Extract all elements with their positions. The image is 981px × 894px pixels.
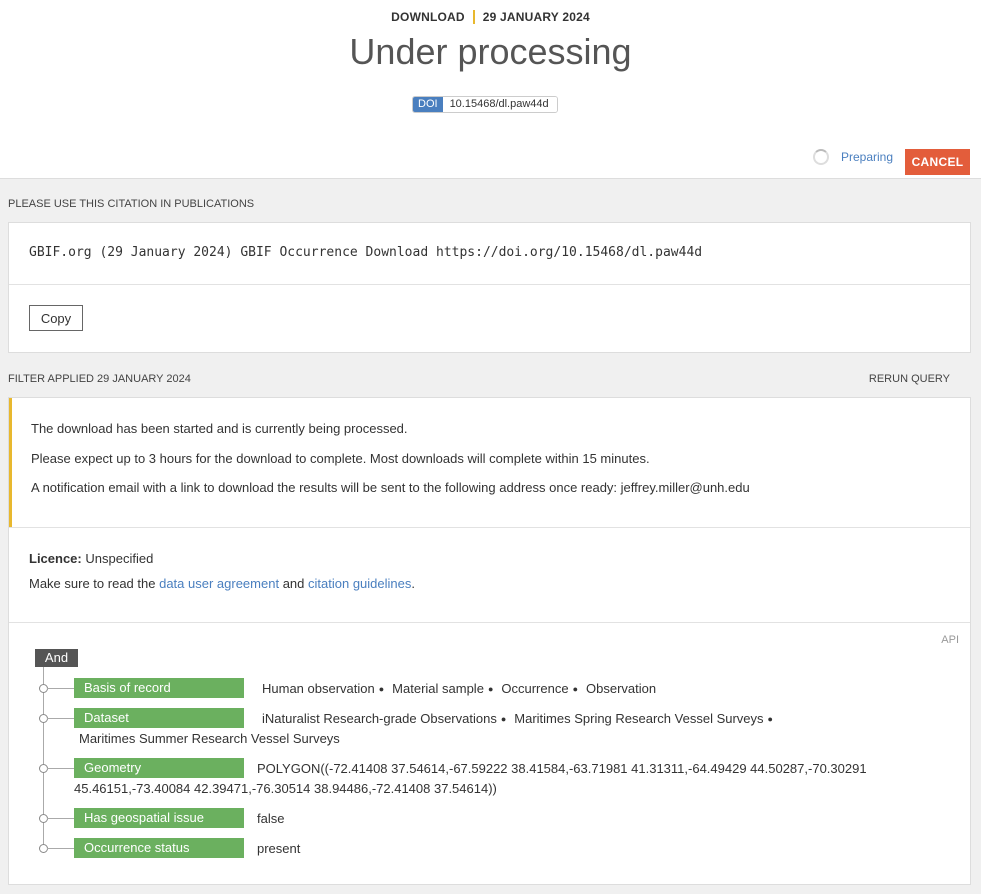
filter-value: Observation [586, 681, 657, 696]
citation-text: GBIF.org (29 January 2024) GBIF Occurren… [29, 245, 703, 260]
filter-value: Human observation [262, 681, 375, 696]
filter-key-has-geospatial-issue: Has geospatial issue [74, 808, 244, 828]
citation-section-label: PLEASE USE THIS CITATION IN PUBLICATIONS [8, 198, 255, 210]
filter-values-dataset-wrap: Maritimes Summer Research Vessel Surveys [79, 731, 340, 746]
spinner-icon [813, 149, 829, 165]
doi-value[interactable]: 10.15468/dl.paw44d [442, 97, 557, 112]
warning-accent-bar [9, 398, 12, 527]
bullet-icon: ● [767, 714, 773, 724]
bullet-icon: ● [378, 684, 385, 694]
agreement-prefix: Make sure to read the [29, 576, 156, 591]
agreement-line: Make sure to read the data user agreemen… [29, 576, 415, 591]
rerun-query-button[interactable]: RERUN QUERY [869, 373, 950, 385]
filter-key-dataset: Dataset [74, 708, 244, 728]
filter-key-occurrence-status: Occurrence status [74, 838, 244, 858]
cancel-button[interactable]: CANCEL [905, 149, 970, 175]
status-indicator: Preparing [813, 149, 893, 165]
filter-key-basis-of-record: Basis of record [74, 678, 244, 698]
api-link[interactable]: API [941, 634, 959, 646]
status-text: Preparing [841, 150, 894, 164]
message-line: Please expect up to 3 hours for the down… [31, 451, 650, 466]
header-panel: DOWNLOAD 29 JANUARY 2024 Under processing… [0, 0, 981, 179]
copy-button[interactable]: Copy [29, 305, 83, 331]
citation-guidelines-link[interactable]: citation guidelines [308, 576, 411, 591]
agreement-suffix: . [411, 576, 415, 591]
divider [9, 284, 970, 285]
tree-branch [47, 688, 74, 689]
tree-branch [47, 768, 74, 769]
tree-branch [47, 848, 74, 849]
filter-section-label: FILTER APPLIED 29 JANUARY 2024 [8, 373, 191, 385]
message-line: A notification email with a link to down… [31, 480, 750, 495]
page-title: Under processing [349, 31, 632, 72]
and-operator: And [35, 649, 78, 667]
divider [9, 622, 970, 623]
tree-branch [47, 818, 74, 819]
kicker-date: 29 JANUARY 2024 [482, 10, 590, 24]
bullet-icon: ● [487, 684, 494, 694]
filter-value: Occurrence [501, 681, 569, 696]
bullet-icon: ● [500, 714, 507, 724]
filter-value-geometry-wrap: 45.46151,-73.40084 42.39471,-76.30514 38… [74, 781, 497, 796]
filter-value-has-geospatial-issue: false [257, 811, 285, 826]
data-user-agreement-link[interactable]: data user agreement [159, 576, 279, 591]
citation-card [8, 222, 971, 353]
licence-line: Licence: Unspecified [29, 551, 153, 566]
divider [9, 527, 970, 528]
header-kicker: DOWNLOAD 29 JANUARY 2024 [0, 10, 981, 24]
agreement-and: and [282, 576, 305, 591]
filter-value: Maritimes Summer Research Vessel Surveys [79, 731, 340, 746]
filter-value-geometry: POLYGON((-72.41408 37.54614,-67.59222 38… [257, 761, 867, 776]
licence-label: Licence: [29, 551, 82, 566]
filter-values-basis-of-record: Human observation ● Material sample ● Occurr… [262, 681, 656, 696]
tree-branch [47, 718, 74, 719]
filter-value-occurrence-status: present [257, 841, 301, 856]
bullet-icon: ● [572, 684, 579, 694]
filter-value: iNaturalist Research-grade Observations [262, 711, 497, 726]
doi-tag: DOI [413, 97, 443, 112]
filter-value: Material sample [392, 681, 484, 696]
filter-value: Maritimes Spring Research Vessel Surveys [514, 711, 764, 726]
licence-value: Unspecified [85, 551, 154, 566]
filter-values-dataset: iNaturalist Research-grade Observations ●… [262, 711, 781, 726]
message-line: The download has been started and is cur… [31, 421, 408, 436]
kicker-separator [472, 10, 475, 24]
kicker-type: DOWNLOAD [391, 10, 465, 24]
filter-key-geometry: Geometry [74, 758, 244, 778]
doi-badge[interactable]: DOI 10.15468/dl.paw44d [412, 96, 558, 113]
